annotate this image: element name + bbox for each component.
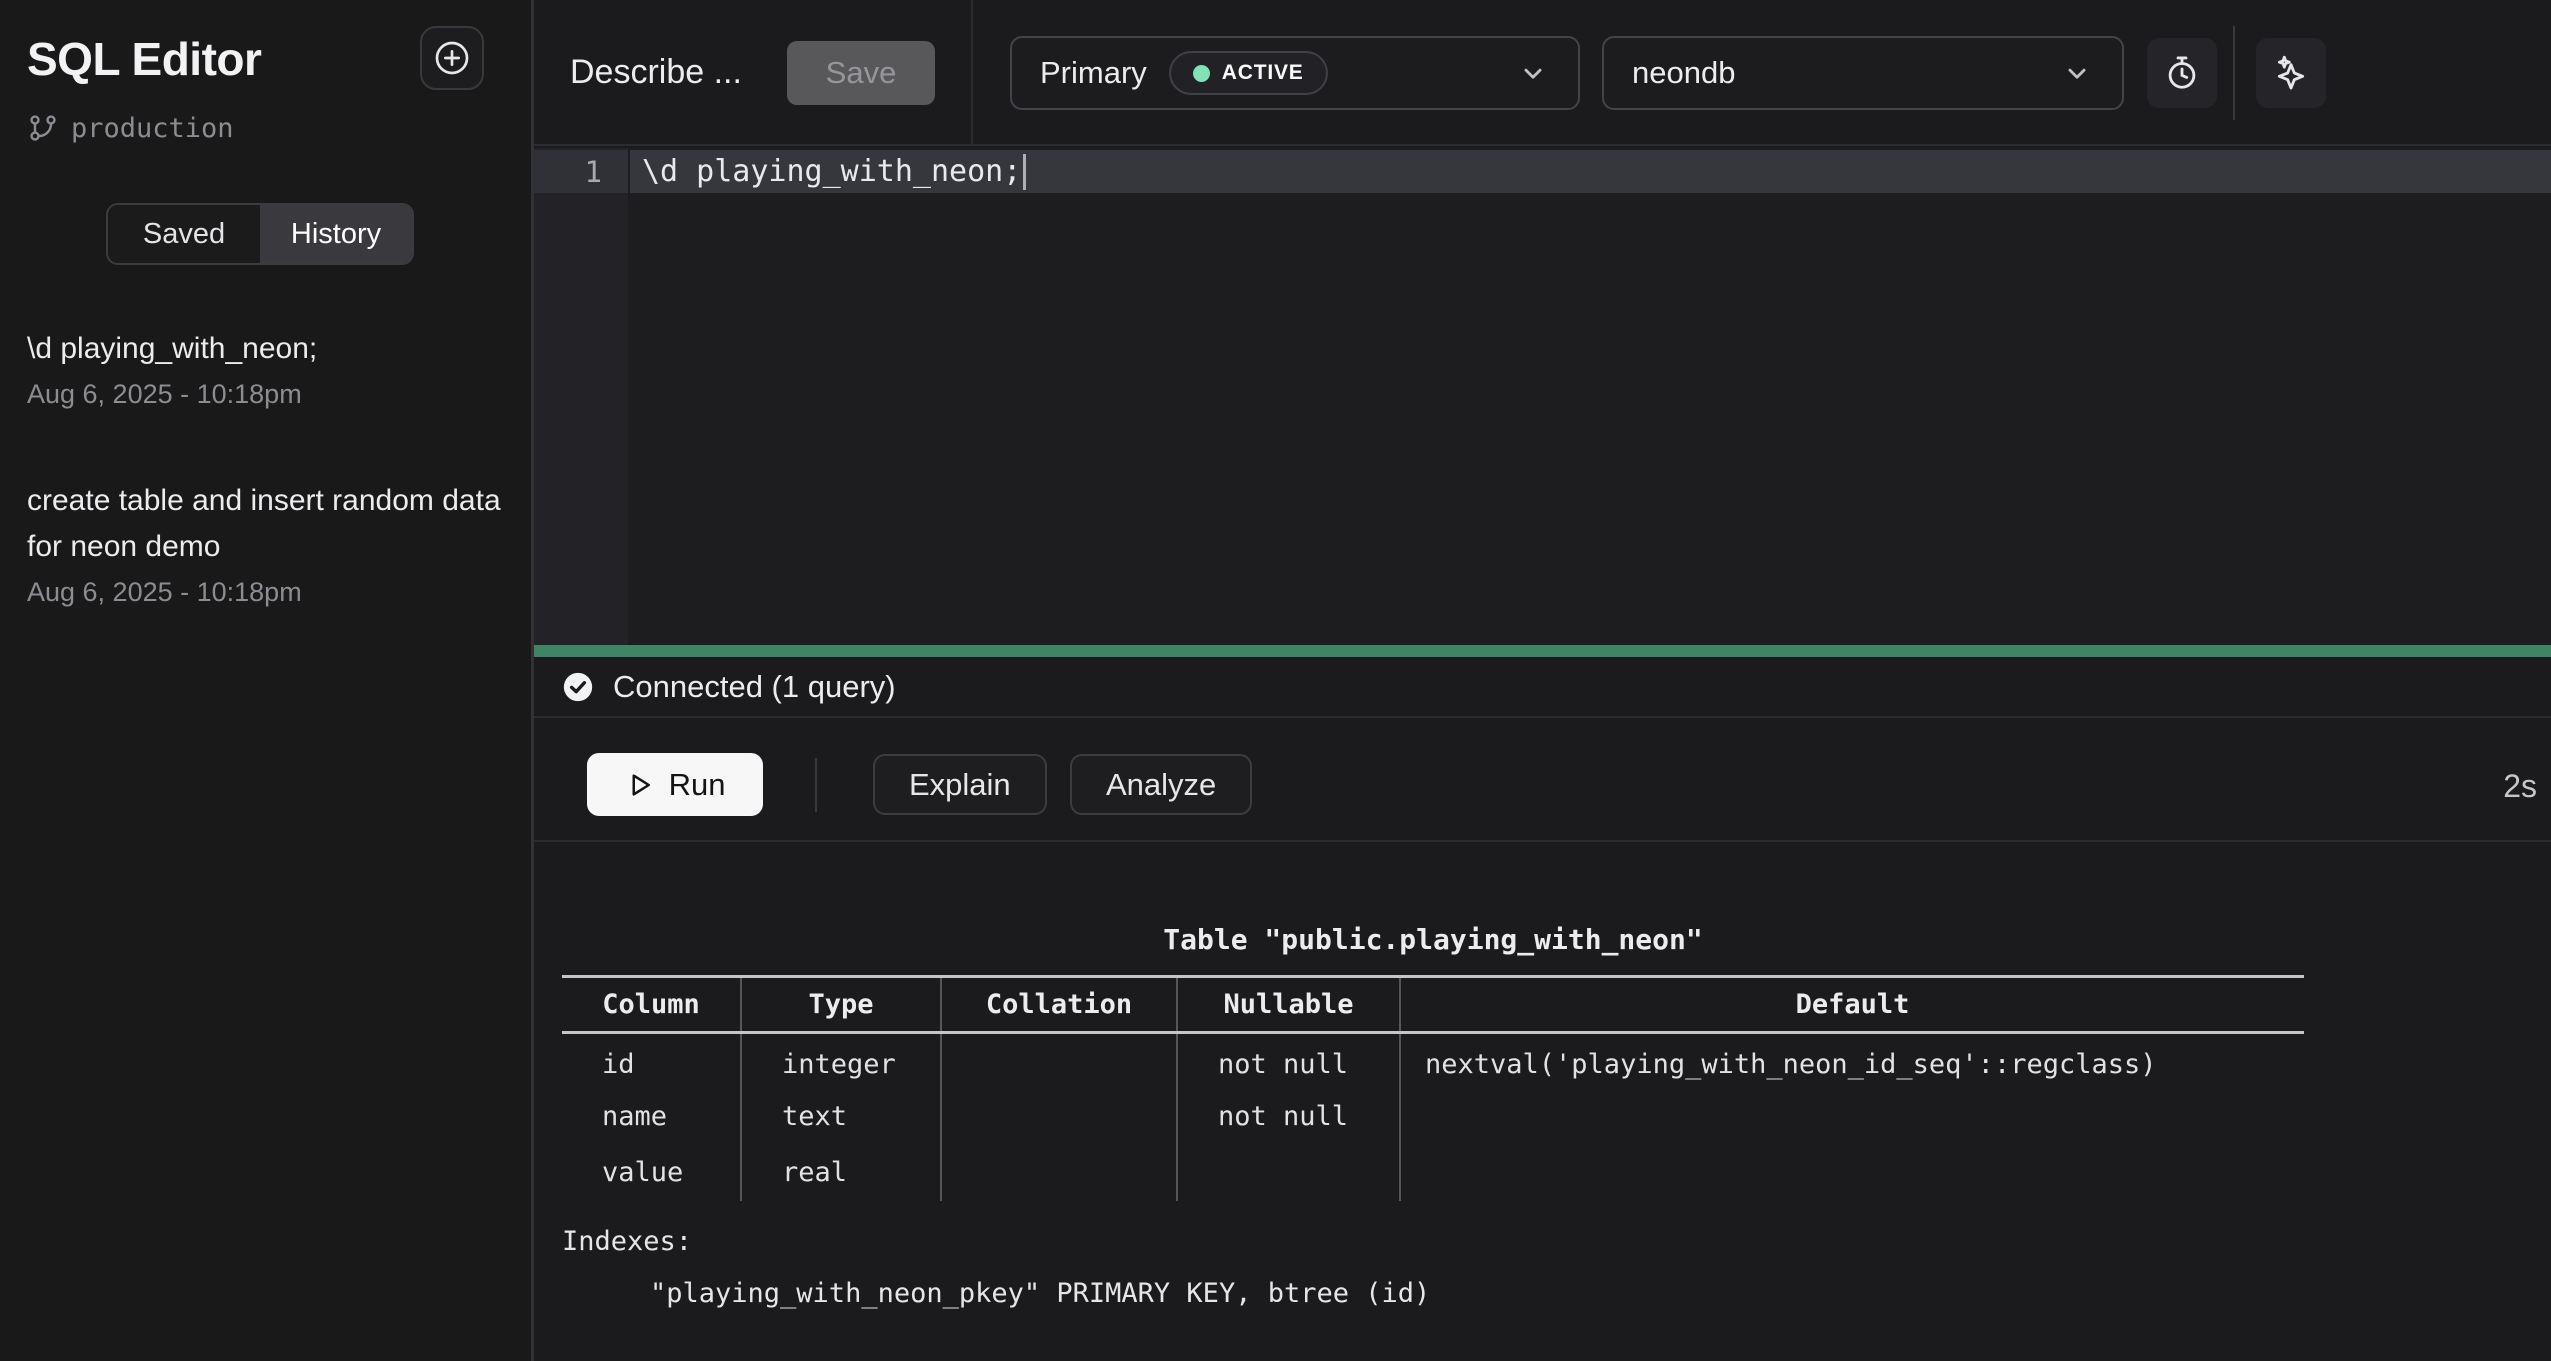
cell-nullable <box>1177 1145 1400 1201</box>
branch-name: production <box>71 113 234 144</box>
active-dot-icon <box>1193 65 1210 82</box>
tab-saved[interactable]: Saved <box>108 205 260 263</box>
cell-type: text <box>741 1089 941 1145</box>
history-item-timestamp: Aug 6, 2025 - 10:18pm <box>27 572 505 612</box>
index-definition: "playing_with_neon_pkey" PRIMARY KEY, bt… <box>562 1268 1430 1320</box>
save-button[interactable]: Save <box>787 41 935 105</box>
history-item-timestamp: Aug 6, 2025 - 10:18pm <box>27 374 505 414</box>
cell-nullable: not null <box>1177 1089 1400 1145</box>
history-item-title: \d playing_with_neon; <box>27 326 505 372</box>
status-badge: ACTIVE <box>1169 51 1328 95</box>
toolbar-divider <box>2233 26 2235 120</box>
cell-nullable: not null <box>1177 1033 1400 1089</box>
check-circle-icon <box>561 670 595 704</box>
query-title: Describe ... <box>570 53 742 92</box>
code-text: \d playing_with_neon; <box>642 154 1021 189</box>
history-item-title: create table and insert random data for … <box>27 478 505 570</box>
actions-divider <box>815 758 817 812</box>
cell-type: real <box>741 1145 941 1201</box>
branch-select[interactable]: Primary ACTIVE <box>1010 36 1580 110</box>
cell-default: nextval('playing_with_neon_id_seq'::regc… <box>1400 1033 2304 1089</box>
cell-column: value <box>562 1145 741 1201</box>
main-panel: Describe ... Save Primary ACTIVE neondb <box>534 0 2551 1361</box>
tab-history[interactable]: History <box>260 205 412 263</box>
describe-table: Column Type Collation Nullable Default i… <box>562 975 2304 1201</box>
cell-column: id <box>562 1033 741 1089</box>
editor-toolbar: Describe ... Save Primary ACTIVE neondb <box>534 0 2551 146</box>
connection-status-text: Connected (1 query) <box>613 669 896 705</box>
cell-collation <box>941 1145 1177 1201</box>
cell-collation <box>941 1089 1177 1145</box>
chevron-down-icon <box>2060 56 2094 90</box>
cell-default <box>1400 1089 2304 1145</box>
line-number-cell: 1 <box>534 150 628 193</box>
page-title: SQL Editor <box>27 32 261 86</box>
run-button[interactable]: Run <box>587 753 763 816</box>
col-header: Column <box>562 977 741 1033</box>
result-table-title: Table "public.playing_with_neon" <box>562 923 2304 956</box>
history-item[interactable]: create table and insert random data for … <box>27 478 505 612</box>
query-results: Table "public.playing_with_neon" Column … <box>534 842 2551 1361</box>
table-row: id integer not null nextval('playing_wit… <box>562 1033 2304 1089</box>
actions-row: Run Explain Analyze 2s <box>534 718 2551 842</box>
cell-default <box>1400 1145 2304 1201</box>
branch-select-value: Primary <box>1040 55 1147 91</box>
explain-button[interactable]: Explain <box>873 754 1047 815</box>
text-cursor <box>1023 154 1026 190</box>
col-header: Nullable <box>1177 977 1400 1033</box>
new-query-button[interactable] <box>420 26 484 90</box>
indexes-label: Indexes: <box>562 1216 1430 1268</box>
saved-history-toggle: Saved History <box>106 203 414 265</box>
play-icon <box>625 770 655 800</box>
history-item[interactable]: \d playing_with_neon; Aug 6, 2025 - 10:1… <box>27 326 505 414</box>
plus-circle-icon <box>432 38 472 78</box>
run-button-label: Run <box>669 767 726 803</box>
line-number: 1 <box>585 155 602 189</box>
cell-type: integer <box>741 1033 941 1089</box>
col-header: Type <box>741 977 941 1033</box>
editor-active-line[interactable]: 1 \d playing_with_neon; <box>534 150 2551 193</box>
cell-column: name <box>562 1089 741 1145</box>
cell-collation <box>941 1033 1177 1089</box>
sql-code-editor[interactable]: 1 \d playing_with_neon; <box>534 148 2551 645</box>
chevron-down-icon <box>1516 56 1550 90</box>
table-header-row: Column Type Collation Nullable Default <box>562 977 2304 1033</box>
query-timer-button[interactable] <box>2147 38 2217 108</box>
sidebar: SQL Editor production <box>0 0 531 1361</box>
ai-assist-button[interactable] <box>2256 38 2326 108</box>
indexes-block: Indexes: "playing_with_neon_pkey" PRIMAR… <box>562 1216 1430 1320</box>
code-line[interactable]: \d playing_with_neon; <box>630 150 2551 193</box>
stopwatch-icon <box>2163 54 2201 92</box>
analyze-button[interactable]: Analyze <box>1070 754 1252 815</box>
branch-indicator: production <box>27 112 234 144</box>
editor-gutter <box>534 148 628 645</box>
table-row: value real <box>562 1145 2304 1201</box>
table-row: name text not null <box>562 1089 2304 1145</box>
panel-resize-handle[interactable] <box>534 645 2551 657</box>
query-duration: 2s <box>2503 768 2537 805</box>
git-branch-icon <box>27 112 59 144</box>
sql-editor-app: SQL Editor production <box>0 0 2551 1361</box>
col-header: Collation <box>941 977 1177 1033</box>
database-select[interactable]: neondb <box>1602 36 2124 110</box>
database-select-value: neondb <box>1632 55 1735 91</box>
col-header: Default <box>1400 977 2304 1033</box>
sparkles-icon <box>2271 53 2311 93</box>
status-badge-label: ACTIVE <box>1222 61 1304 85</box>
connection-status-bar: Connected (1 query) <box>534 657 2551 718</box>
toolbar-divider <box>971 0 973 146</box>
